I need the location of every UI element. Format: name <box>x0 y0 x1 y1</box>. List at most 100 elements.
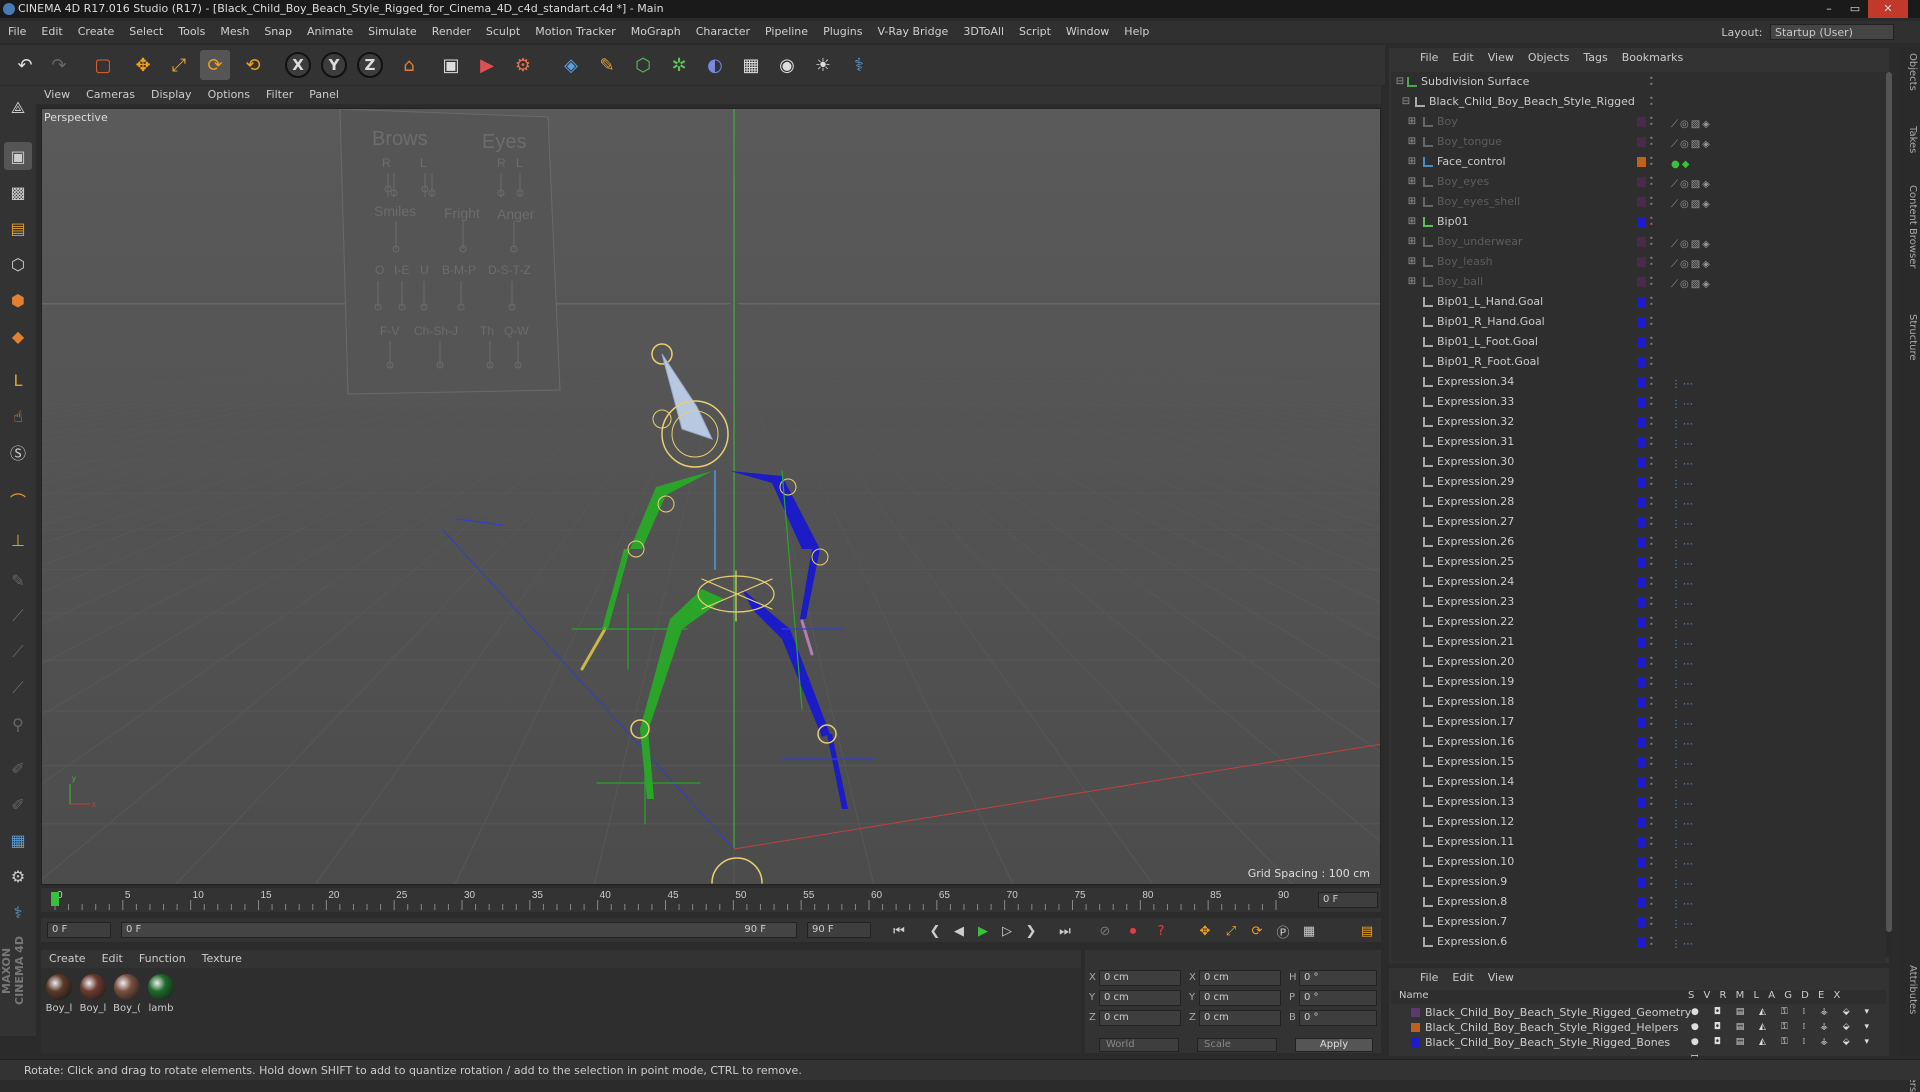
render-settings-button[interactable]: ⚙ <box>508 50 538 80</box>
scale-tool-button[interactable]: ⤢ <box>164 50 194 80</box>
visibility-dots-icon[interactable]: • • <box>1649 835 1654 849</box>
cube-primitive-button[interactable]: ◈ <box>556 50 586 80</box>
menu-help[interactable]: Help <box>1116 21 1156 43</box>
layer-color-swatch[interactable] <box>1637 197 1646 207</box>
xpresso-tag-icon[interactable]: ⋮⋯ <box>1671 475 1695 490</box>
size-x-field[interactable]: 0 cm <box>1199 970 1281 986</box>
layer-row[interactable]: Black_Child_Boy_Beach_Style_Rigged_Bones… <box>1391 1035 1886 1062</box>
object-row[interactable]: Expression.16 • • ⋮⋯ <box>1391 732 1886 752</box>
visibility-dots-icon[interactable]: • • <box>1649 695 1654 709</box>
object-row[interactable]: Expression.23 • • ⋮⋯ <box>1391 592 1886 612</box>
xpresso-tag-icon[interactable]: ⋮⋯ <box>1671 815 1695 830</box>
visibility-dots-icon[interactable]: • • <box>1649 715 1654 729</box>
visibility-dots-icon[interactable]: • • <box>1649 415 1654 429</box>
workplane-mode-icon[interactable]: ▤ <box>4 214 32 242</box>
visibility-dots-icon[interactable]: • • <box>1649 855 1654 869</box>
xpresso-tag-icon[interactable]: ⋮⋯ <box>1671 375 1695 390</box>
mograph-cloner-button[interactable]: ✲ <box>664 50 694 80</box>
visibility-dots-icon[interactable]: • • <box>1649 555 1654 569</box>
layer-color-swatch[interactable] <box>1637 357 1646 367</box>
layer-color-swatch[interactable] <box>1637 397 1646 407</box>
layer-color-swatch[interactable] <box>1637 797 1646 807</box>
camera-object-button[interactable]: ◉ <box>772 50 802 80</box>
object-row[interactable]: Expression.11 • • ⋮⋯ <box>1391 832 1886 852</box>
object-row[interactable]: ⊟ Black_Child_Boy_Beach_Style_Rigged • • <box>1391 92 1886 112</box>
object-row[interactable]: Expression.7 • • ⋮⋯ <box>1391 912 1886 932</box>
go-to-end-icon[interactable]: ⏭ <box>1055 921 1075 941</box>
subdivision-surface-button[interactable]: ⬡ <box>628 50 658 80</box>
visibility-dots-icon[interactable]: • • <box>1649 435 1654 449</box>
python-script-icon[interactable]: ⚕ <box>4 898 32 926</box>
layer-color-swatch[interactable] <box>1637 217 1646 227</box>
visibility-dots-icon[interactable]: • • <box>1649 155 1654 169</box>
visibility-dots-icon[interactable]: • • <box>1649 135 1654 149</box>
object-row[interactable]: Expression.20 • • ⋮⋯ <box>1391 652 1886 672</box>
rot-p-field[interactable]: 0 ° <box>1299 990 1377 1006</box>
play-icon[interactable]: ▶ <box>973 921 993 941</box>
layer-color-swatch[interactable] <box>1637 637 1646 647</box>
object-row[interactable]: Expression.32 • • ⋮⋯ <box>1391 412 1886 432</box>
layer-color-swatch[interactable] <box>1637 317 1646 327</box>
timeline-window-icon[interactable]: ▤ <box>1357 921 1377 941</box>
make-editable-icon[interactable]: ⟁ <box>4 94 32 122</box>
visibility-dots-icon[interactable]: • • <box>1649 655 1654 669</box>
recent-tools-button[interactable]: ⟲ <box>238 50 268 80</box>
menu-sculpt[interactable]: Sculpt <box>478 21 527 43</box>
object-tags-icon[interactable]: ⟋◎▧◈ <box>1671 255 1712 270</box>
expand-toggle-icon[interactable]: ⊞ <box>1407 172 1417 192</box>
keyframe-selection-icon[interactable]: ? <box>1151 921 1171 941</box>
menu-motion-tracker[interactable]: Motion Tracker <box>527 21 622 43</box>
visibility-dots-icon[interactable]: • • <box>1649 115 1654 129</box>
visibility-dots-icon[interactable]: • • <box>1649 495 1654 509</box>
visibility-dots-icon[interactable]: • • <box>1649 355 1654 369</box>
xpresso-tag-icon[interactable]: ⋮⋯ <box>1671 415 1695 430</box>
viewport-menu-display[interactable]: Display <box>143 86 200 104</box>
object-tags-icon[interactable]: ⟋◎▧◈ <box>1671 275 1712 290</box>
object-row[interactable]: Expression.28 • • ⋮⋯ <box>1391 492 1886 512</box>
lock-workplane-icon[interactable]: ▦ <box>4 826 32 854</box>
layer-color-swatch[interactable] <box>1637 917 1646 927</box>
menu-tools[interactable]: Tools <box>170 21 212 43</box>
layer-color-icon[interactable] <box>1411 1008 1420 1017</box>
expand-toggle-icon[interactable]: ⊞ <box>1407 272 1417 292</box>
prev-key-icon[interactable]: ❮ <box>925 921 945 941</box>
material-menu-edit[interactable]: Edit <box>94 950 131 968</box>
side-tab-structure[interactable]: Structure <box>1902 314 1918 361</box>
texture-mode-icon[interactable]: ▩ <box>4 178 32 206</box>
object-tags-icon[interactable]: ⟋◎▧◈ <box>1671 195 1712 210</box>
rot-b-field[interactable]: 0 ° <box>1299 1010 1377 1026</box>
menu-create[interactable]: Create <box>70 21 122 43</box>
xpresso-tag-icon[interactable]: ⋮⋯ <box>1671 535 1695 550</box>
layer-row[interactable]: Black_Child_Boy_Beach_Style_Rigged_Geome… <box>1391 1005 1886 1032</box>
xpresso-tag-icon[interactable]: ⋮⋯ <box>1671 835 1695 850</box>
floor-object-button[interactable]: ▦ <box>736 50 766 80</box>
smooth-brush-icon[interactable]: ✐ <box>4 790 32 818</box>
side-tab-objects[interactable]: Objects <box>1902 53 1918 91</box>
layer-color-swatch[interactable] <box>1637 597 1646 607</box>
enable-axis-icon[interactable]: L <box>4 366 32 394</box>
expand-toggle-icon[interactable]: ⊟ <box>1395 72 1405 92</box>
side-tab-content-browser[interactable]: Content Browser <box>1902 185 1918 268</box>
layer-color-swatch[interactable] <box>1637 257 1646 267</box>
object-row[interactable]: Bip01_R_Hand.Goal • • <box>1391 312 1886 332</box>
object-row[interactable]: Expression.6 • • ⋮⋯ <box>1391 932 1886 952</box>
expand-toggle-icon[interactable]: ⊞ <box>1407 112 1417 132</box>
xpresso-tag-icon[interactable]: ⋮⋯ <box>1671 855 1695 870</box>
layer-color-swatch[interactable] <box>1637 777 1646 787</box>
live-selection-button[interactable]: ▢ <box>88 50 118 80</box>
menu-window[interactable]: Window <box>1058 21 1116 43</box>
rot-h-field[interactable]: 0 ° <box>1299 970 1377 986</box>
material-menu-function[interactable]: Function <box>131 950 194 968</box>
layer-color-swatch[interactable] <box>1637 757 1646 767</box>
viewport-menu-panel[interactable]: Panel <box>301 86 347 104</box>
object-row[interactable]: Expression.31 • • ⋮⋯ <box>1391 432 1886 452</box>
menu-script[interactable]: Script <box>1011 21 1058 43</box>
object-row[interactable]: Expression.14 • • ⋮⋯ <box>1391 772 1886 792</box>
minimize-button[interactable]: – <box>1816 0 1842 18</box>
xpresso-tag-icon[interactable]: ⋮⋯ <box>1671 695 1695 710</box>
object-manager-scrollbar[interactable] <box>1886 72 1892 957</box>
close-button[interactable]: ✕ <box>1868 0 1908 18</box>
xpresso-tag-icon[interactable]: ⋮⋯ <box>1671 755 1695 770</box>
visibility-dots-icon[interactable]: • • <box>1649 795 1654 809</box>
xpresso-tag-icon[interactable]: ⋮⋯ <box>1671 455 1695 470</box>
